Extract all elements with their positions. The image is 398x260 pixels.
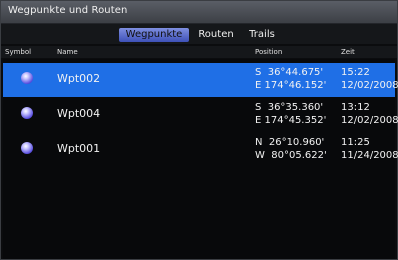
waypoint-time: 11:25 [341,137,370,148]
waypoint-dot-icon [21,142,33,154]
column-headers: Symbol Name Position Zeit [1,46,397,58]
waypoint-latitude: S 36°35.360' [255,102,324,113]
waypoint-time: 15:22 [341,67,370,78]
table-row[interactable]: Wpt004 S 36°35.360' E 174°45.352' 13:12 … [3,98,398,132]
waypoint-longitude: W 80°05.622' [255,150,327,161]
column-header-position[interactable]: Position [255,48,282,56]
waypoint-date: 12/02/2008 [341,80,398,91]
waypoint-dot-icon [21,107,33,119]
waypoint-latitude: N 26°10.960' [255,137,325,148]
column-header-time[interactable]: Zeit [341,48,355,56]
waypoint-dot-icon [21,72,33,84]
waypoint-name: Wpt001 [57,142,101,155]
waypoint-latitude: S 36°44.675' [255,67,324,78]
waypoint-name: Wpt004 [57,107,101,120]
waypoints-routes-window: Wegpunkte und Routen Wegpunkte Routen Tr… [0,0,398,260]
waypoint-name: Wpt002 [57,72,101,85]
tab-trails[interactable]: Trails [245,28,279,42]
waypoint-date: 11/24/2008 [341,150,398,161]
table-row[interactable]: Wpt001 N 26°10.960' W 80°05.622' 11:25 1… [3,133,398,167]
waypoint-time: 13:12 [341,102,370,113]
window-title: Wegpunkte und Routen [8,5,128,16]
waypoint-date: 12/02/2008 [341,115,398,126]
waypoint-longitude: E 174°46.152' [255,80,327,91]
tab-waypoints[interactable]: Wegpunkte [119,28,189,42]
table-row[interactable]: Wpt002 S 36°44.675' E 174°46.152' 15:22 … [3,63,398,97]
waypoint-longitude: E 174°45.352' [255,115,327,126]
title-bar: Wegpunkte und Routen [1,1,397,24]
tab-routes[interactable]: Routen [195,28,237,42]
column-header-symbol[interactable]: Symbol [5,48,31,56]
tab-bar: Wegpunkte Routen Trails [1,24,397,44]
column-header-name[interactable]: Name [57,48,78,56]
